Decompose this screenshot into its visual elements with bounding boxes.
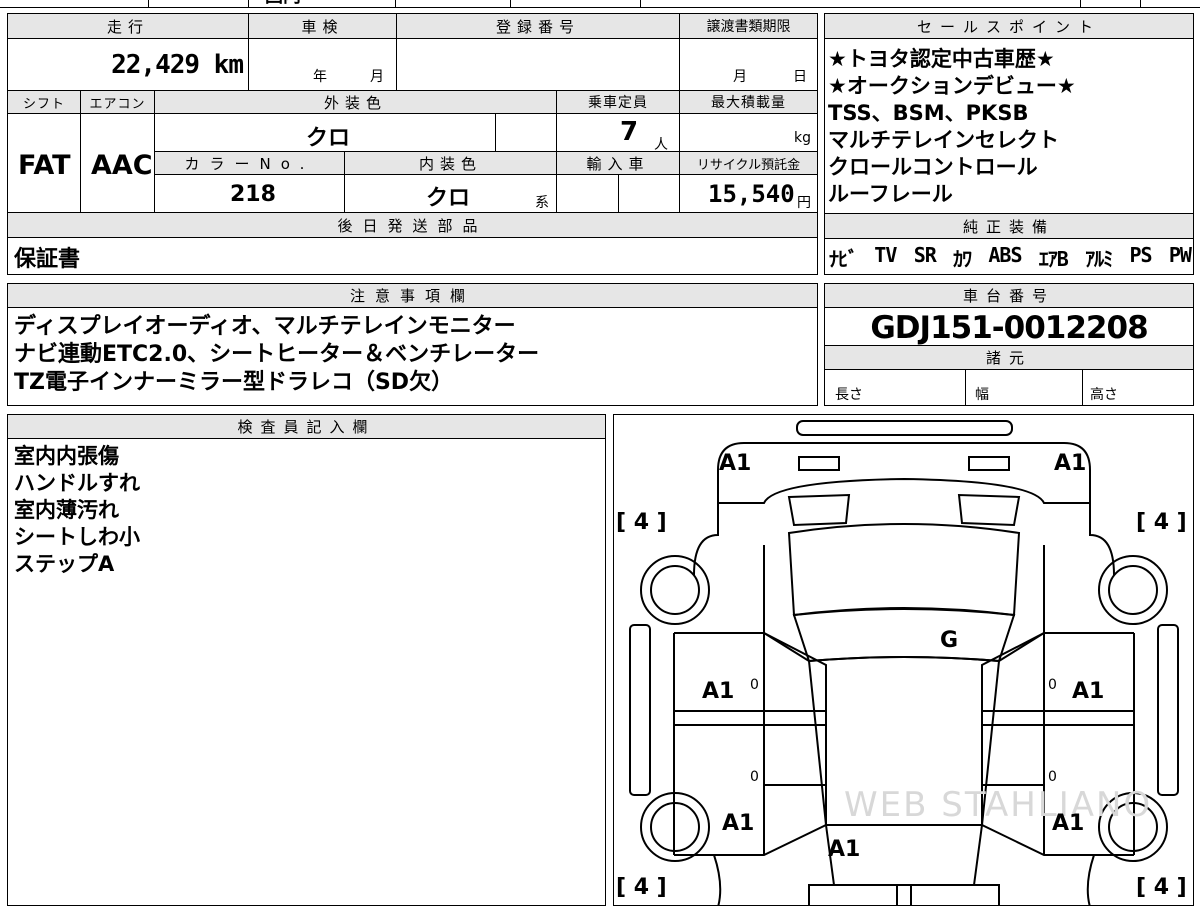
later-parts-value: 保証書 xyxy=(14,247,81,272)
transfer-deadline-label: 譲渡書類期限 xyxy=(680,14,817,38)
note-line: ディスプレイオーディオ、マルチテレインモニター xyxy=(14,314,516,339)
max-load-label: 最大積載量 xyxy=(680,91,817,113)
note-line: TZ電子インナーミラー型ドラレコ（SD欠） xyxy=(14,370,454,395)
tailgate-mark: A1 xyxy=(828,837,861,862)
equipment-abs: ABS xyxy=(988,243,1022,267)
capacity-label: 乗車定員 xyxy=(557,91,679,113)
later-parts-label: 後日発送部品 xyxy=(8,213,817,237)
zero-mark: 0 xyxy=(1048,769,1057,785)
front-right-mark: A1 xyxy=(1054,451,1087,476)
equipment-leather: ｶﾜ xyxy=(953,247,972,271)
sales-points-label: セールスポイント xyxy=(825,14,1193,38)
notes-panel: 注意事項欄 ディスプレイオーディオ、マルチテレインモニター ナビ連動ETC2.0… xyxy=(7,283,818,406)
watermark: WEB STAHLIANO xyxy=(844,785,1153,825)
rear-right-mark: A1 xyxy=(1052,811,1085,836)
year-unit: 年 xyxy=(313,69,327,85)
equipment-tv: TV xyxy=(874,243,897,267)
zero-mark: 0 xyxy=(750,677,759,693)
shift-value: FAT xyxy=(18,150,71,181)
sales-point-line: ★オークションデビュー★ xyxy=(828,74,1076,98)
ext-color-label: 外装色 xyxy=(155,91,556,113)
tire-rr-mark: [ 4 ] xyxy=(1136,875,1187,900)
inspector-panel: 検査員記入欄 室内内張傷 ハンドルすれ 室内薄汚れ シートしわ小 ステップA xyxy=(7,414,606,906)
tire-rl-mark: [ 4 ] xyxy=(616,875,667,900)
car-outline xyxy=(629,420,1179,905)
sales-point-line: ★トヨタ認定中古車歴★ xyxy=(828,47,1055,71)
recycle-unit: 円 xyxy=(797,195,811,211)
capacity-value: 7 xyxy=(620,117,639,147)
sales-point-line: ルーフレール xyxy=(828,182,953,206)
roof-mark: G xyxy=(940,628,959,653)
color-no-value: 218 xyxy=(230,182,276,207)
equipment-list: ﾅﾋﾞ TV SR ｶﾜ ABS ｴｱB ｱﾙﾐ PS PW xyxy=(829,243,1192,272)
shift-label: シフト xyxy=(8,91,80,113)
int-color-value: クロ xyxy=(426,186,471,211)
equipment-ps: PS xyxy=(1129,243,1152,267)
inspector-line: 室内薄汚れ xyxy=(14,498,119,522)
ac-value: AAC xyxy=(91,150,153,181)
ext-color-value: クロ xyxy=(306,126,351,151)
chassis-label: 車台番号 xyxy=(825,284,1193,307)
mileage-value: 22,429 km xyxy=(111,50,244,80)
sales-point-line: クロールコントロール xyxy=(828,155,1038,179)
top-strip: 国内 xyxy=(0,0,1200,8)
door-fl-mark: A1 xyxy=(702,679,735,704)
height-label: 高さ xyxy=(1090,387,1118,403)
equipment-pw: PW xyxy=(1168,243,1192,267)
load-unit: kg xyxy=(794,130,811,146)
equipment-sr: SR xyxy=(913,243,937,267)
zero-mark: 0 xyxy=(1048,677,1057,693)
top-strip-text: 国内 xyxy=(265,0,301,6)
length-label: 長さ xyxy=(835,387,863,403)
door-fr-mark: A1 xyxy=(1072,679,1105,704)
dimensions-label: 諸元 xyxy=(825,346,1193,369)
tire-fl-mark: [ 4 ] xyxy=(616,510,667,535)
rear-left-mark: A1 xyxy=(722,811,755,836)
notes-label: 注意事項欄 xyxy=(8,284,817,307)
inspector-line: 室内内張傷 xyxy=(14,444,119,468)
reg-no-label: 登録番号 xyxy=(397,14,679,38)
deadline-month: 月 xyxy=(733,69,747,85)
car-damage-diagram: WEB STAHLIANO A1 A1 [ 4 ] [ 4 ] G A1 A1 … xyxy=(613,414,1194,906)
sales-points-panel: セールスポイント ★トヨタ認定中古車歴★ ★オークションデビュー★ TSS、BS… xyxy=(824,13,1194,275)
recycle-label: リサイクル預託金 xyxy=(680,152,817,174)
recycle-fee-value: 15,540 xyxy=(708,180,795,208)
chassis-number: GDJ151-0012208 xyxy=(870,310,1148,346)
equipment-label: 純正装備 xyxy=(825,214,1193,238)
equipment-alloy: ｱﾙﾐ xyxy=(1085,247,1113,271)
inspector-line: ハンドルすれ xyxy=(14,471,140,495)
deadline-day: 日 xyxy=(793,69,807,85)
inspection-label: 車検 xyxy=(249,14,396,38)
vehicle-info-grid: 走行 車検 登録番号 譲渡書類期限 22,429 km 年 月 月 日 シフト … xyxy=(7,13,818,275)
inspector-line: ステップA xyxy=(14,552,115,576)
color-no-label: カラーNo. xyxy=(155,152,344,174)
width-label: 幅 xyxy=(975,387,989,403)
chassis-panel: 車台番号 GDJ151-0012208 諸元 長さ 幅 高さ xyxy=(824,283,1194,406)
sales-point-line: マルチテレインセレクト xyxy=(828,128,1059,152)
zero-mark: 0 xyxy=(750,769,759,785)
month-unit: 月 xyxy=(370,69,384,85)
ac-label: エアコン xyxy=(81,91,154,113)
inspector-label: 検査員記入欄 xyxy=(8,415,605,438)
equipment-airbag: ｴｱB xyxy=(1038,247,1069,271)
equipment-navi: ﾅﾋﾞ xyxy=(829,247,858,271)
note-line: ナビ連動ETC2.0、シートヒーター＆ベンチレーター xyxy=(14,342,540,367)
import-label: 輸入車 xyxy=(557,152,679,174)
front-left-mark: A1 xyxy=(719,451,752,476)
int-color-suffix: 系 xyxy=(535,195,549,211)
sales-point-line: TSS、BSM、PKSB xyxy=(828,101,1029,125)
int-color-label: 内装色 xyxy=(345,152,556,174)
inspector-line: シートしわ小 xyxy=(14,525,140,549)
mileage-label: 走行 xyxy=(8,14,248,38)
tire-fr-mark: [ 4 ] xyxy=(1136,510,1187,535)
